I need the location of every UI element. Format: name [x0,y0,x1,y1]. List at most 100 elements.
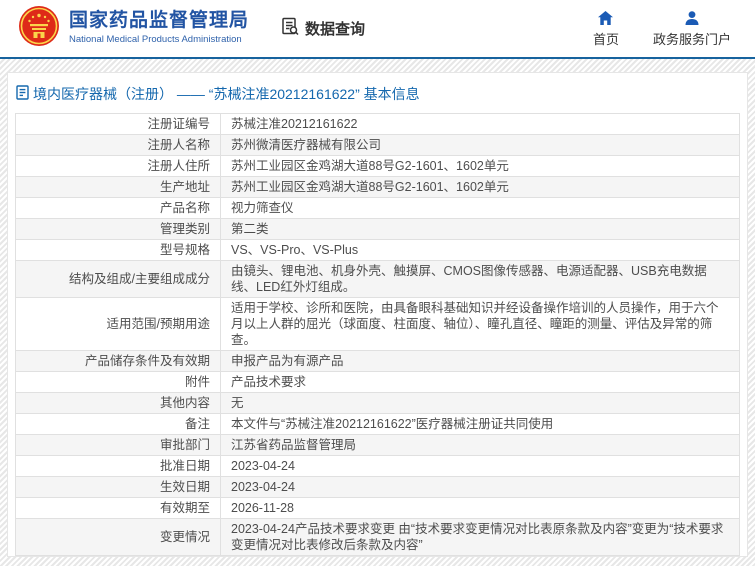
org-names: 国家药品监督管理局 National Medical Products Admi… [69,11,249,45]
nav-data-query-label: 数据查询 [305,18,365,39]
field-value-text: 2023-04-24 [231,480,295,494]
field-label-text: 其他内容 [160,396,210,410]
field-value-text: 产品技术要求 [231,375,306,389]
field-value-text: 无 [231,396,244,410]
field-value: 无 [221,393,740,414]
home-icon [597,10,614,26]
field-label: 备注 [16,414,221,435]
field-value-text: 2023-04-24 [231,459,295,473]
field-label: 注册人住所 [16,156,221,177]
field-label: 管理类别 [16,219,221,240]
page-title-text: 境内医疗器械（注册） —— “苏械注准20212161622” 基本信息 [33,84,420,104]
user-icon [684,10,700,26]
field-value-text: 适用于学校、诊所和医院，由具备眼科基础知识并经设备操作培训的人员操作，用于六个月… [231,301,719,347]
page-title: 境内医疗器械（注册） —— “苏械注准20212161622” 基本信息 [8,73,747,113]
field-label-text: 注册人名称 [147,138,210,152]
field-value: 苏械注准20212161622 [221,114,740,135]
field-label: 其他内容 [16,393,221,414]
field-value: 苏州微清医疗器械有限公司 [221,135,740,156]
field-value: 视力筛查仪 [221,198,740,219]
field-value-text: 第二类 [231,222,269,236]
field-value: 苏州工业园区金鸡湖大道88号G2-1601、1602单元 [221,156,740,177]
field-label: 有效期至 [16,498,221,519]
table-row: 备注本文件与“苏械注准20212161622”医疗器械注册证共同使用 [16,414,740,435]
field-value: 2023-04-24 [221,477,740,498]
table-row: 生产地址 苏州工业园区金鸡湖大道88号G2-1601、1602单元 [16,177,740,198]
field-label-text: 注册证编号 [147,117,210,131]
nmpa-logo[interactable]: 国家药品监督管理局 National Medical Products Admi… [18,3,249,54]
field-label: 产品名称 [16,198,221,219]
field-value-text: 本文件与“苏械注准20212161622”医疗器械注册证共同使用 [231,417,553,431]
field-value: 本文件与“苏械注准20212161622”医疗器械注册证共同使用 [221,414,740,435]
document-icon [16,85,29,103]
content-card: 境内医疗器械（注册） —— “苏械注准20212161622” 基本信息 注册证… [7,72,748,557]
table-row: 型号规格VS、VS-Pro、VS-Plus [16,240,740,261]
field-value: 申报产品为有源产品 [221,351,740,372]
field-label-text: 生效日期 [160,480,210,494]
field-value-text: 2023-04-24产品技术要求变更 由“技术要求变更情况对比表原条款及内容”变… [231,522,723,552]
registration-info-table: 注册证编号苏械注准20212161622注册人名称苏州微清医疗器械有限公司注册人… [15,113,740,557]
field-label-text: 产品储存条件及有效期 [85,354,210,368]
field-value: 产品技术要求 [221,372,740,393]
field-value-text: 苏州微清医疗器械有限公司 [231,138,381,152]
nav-home[interactable]: 首页 [593,10,619,48]
field-label: 审批部门 [16,435,221,456]
field-value: 江苏省药品监督管理局 [221,435,740,456]
field-label: 注册证编号 [16,114,221,135]
field-value: 2026-11-28 [221,498,740,519]
field-label-text: 审批部门 [160,438,210,452]
nav-data-query[interactable]: 数据查询 [281,17,365,40]
table-row: 结构及组成/主要组成成分 由镜头、锂电池、机身外壳、触摸屏、CMOS图像传感器、电… [16,261,740,298]
field-label: 注册人名称 [16,135,221,156]
header-right-nav: 首页 政务服务门户 [593,10,731,48]
field-value-text: 2026-11-28 [231,501,294,515]
org-name-zh: 国家药品监督管理局 [69,11,249,32]
field-label-text: 变更情况 [160,530,210,544]
field-label: 批准日期 [16,456,221,477]
national-emblem-icon [18,3,60,54]
field-value-text: 苏械注准20212161622 [231,117,357,131]
field-value: 由镜头、锂电池、机身外壳、触摸屏、CMOS图像传感器、电源适配器、USB充电数据… [221,261,740,298]
info-table-body: 注册证编号苏械注准20212161622注册人名称苏州微清医疗器械有限公司注册人… [16,114,740,558]
field-value: 详情 [221,556,740,558]
field-label-text: 批准日期 [160,459,210,473]
field-value: 适用于学校、诊所和医院，由具备眼科基础知识并经设备操作培训的人员操作，用于六个月… [221,298,740,351]
field-label: 型号规格 [16,240,221,261]
field-value: 2023-04-24 [221,456,740,477]
field-value-text: 申报产品为有源产品 [231,354,344,368]
table-row: 注详情 [16,556,740,558]
field-label-text: 注册人住所 [147,159,210,173]
table-row: 注册人名称 苏州微清医疗器械有限公司 [16,135,740,156]
table-row: 生效日期 2023-04-24 [16,477,740,498]
field-label: 适用范围/预期用途 [16,298,221,351]
table-row: 产品名称视力筛查仪 [16,198,740,219]
field-label-text: 附件 [185,375,210,389]
nav-portal[interactable]: 政务服务门户 [653,10,731,48]
nav-portal-label: 政务服务门户 [653,29,731,48]
field-value: 2023-04-24产品技术要求变更 由“技术要求变更情况对比表原条款及内容”变… [221,519,740,556]
field-value: 第二类 [221,219,740,240]
field-label-text: 管理类别 [160,222,210,236]
site-header: 国家药品监督管理局 National Medical Products Admi… [0,0,755,57]
field-value-text: 苏州工业园区金鸡湖大道88号G2-1601、1602单元 [231,180,509,194]
field-label-text: 生产地址 [160,180,210,194]
field-label-text: 型号规格 [160,243,210,257]
table-row: 审批部门江苏省药品监督管理局 [16,435,740,456]
field-label-text: 适用范围/预期用途 [107,317,210,331]
field-label: 结构及组成/主要组成成分 [16,261,221,298]
table-row: 产品储存条件及有效期 申报产品为有源产品 [16,351,740,372]
field-label: 注 [16,556,221,558]
field-label-text: 结构及组成/主要组成成分 [69,272,210,286]
table-row: 注册人住所 苏州工业园区金鸡湖大道88号G2-1601、1602单元 [16,156,740,177]
field-label: 附件 [16,372,221,393]
document-search-icon [281,17,300,40]
table-row: 变更情况 2023-04-24产品技术要求变更 由“技术要求变更情况对比表原条款及… [16,519,740,556]
page-background: 境内医疗器械（注册） —— “苏械注准20212161622” 基本信息 注册证… [0,59,755,566]
org-name-en: National Medical Products Administration [69,35,249,45]
field-value-text: 苏州工业园区金鸡湖大道88号G2-1601、1602单元 [231,159,509,173]
field-label: 生效日期 [16,477,221,498]
field-value-text: 由镜头、锂电池、机身外壳、触摸屏、CMOS图像传感器、电源适配器、USB充电数据… [231,264,707,294]
table-row: 管理类别 第二类 [16,219,740,240]
field-label: 生产地址 [16,177,221,198]
table-row: 附件 产品技术要求 [16,372,740,393]
